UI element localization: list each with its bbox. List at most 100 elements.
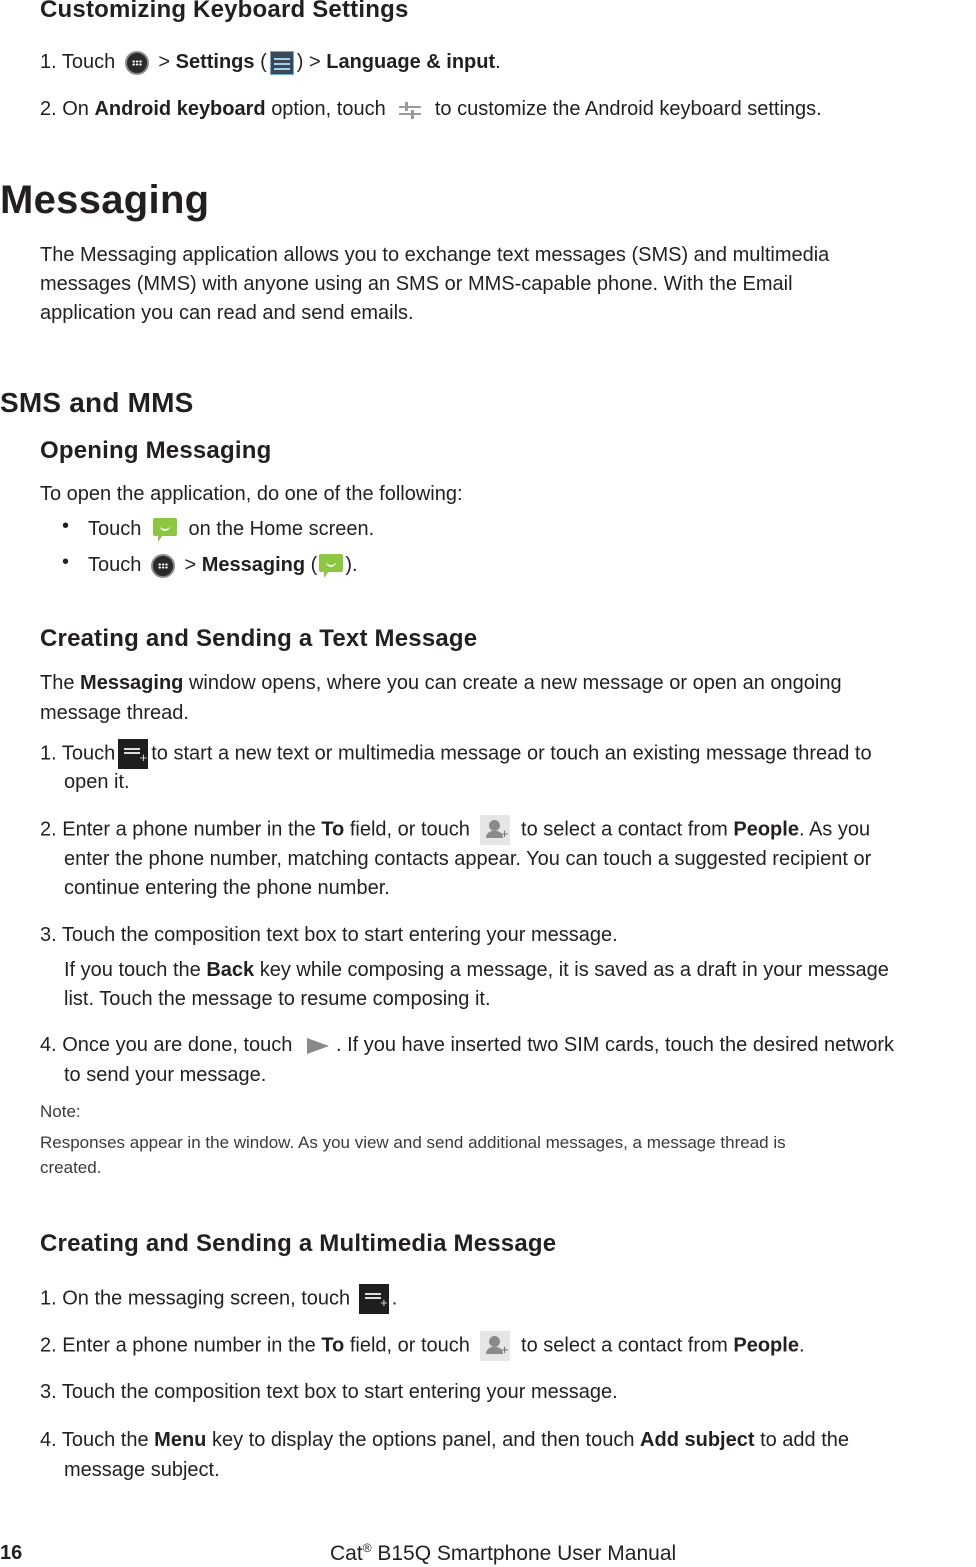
heading-text-message: Creating and Sending a Text Message [40, 625, 478, 652]
step-text: to start a new text or multimedia messag… [151, 742, 872, 765]
add-contact-icon [480, 1331, 511, 1364]
step-text: to select a contact from [521, 818, 728, 841]
step-text: key to display the options panel, and th… [211, 1429, 635, 1451]
text-step-2-cont-2: continue entering the phone number. [64, 877, 390, 899]
step-text: ( [310, 554, 318, 576]
bullet: • [62, 515, 70, 537]
step-text: Touch [88, 518, 142, 540]
step-text: to add the [760, 1429, 850, 1451]
step-text: window opens, where you can create a new… [188, 672, 842, 694]
mms-step-2: 2. Enter a phone number in the To field,… [40, 1331, 805, 1364]
step-text: ). [345, 554, 358, 576]
text-message-intro-1: The Messaging window opens, where you ca… [40, 669, 842, 698]
step-text: 2. Enter a phone number in the [40, 1334, 316, 1357]
messaging-intro-line-3: application you can read and send emails… [40, 302, 414, 324]
step-text: . [495, 51, 501, 73]
apps-icon [124, 50, 149, 75]
people-label: People [733, 1334, 799, 1357]
bullet: • [62, 551, 70, 573]
step-text: 1. Touch [40, 51, 116, 73]
step-text: key while composing a message, it is sav… [259, 959, 889, 981]
heading-opening-messaging: Opening Messaging [40, 437, 272, 464]
mms-step-4-cont: message subject. [64, 1459, 220, 1481]
step-text: 4. Once you are done, touch [40, 1034, 293, 1056]
to-field-label: To [321, 818, 345, 841]
new-message-icon [118, 739, 149, 772]
step-text: . [391, 1287, 398, 1310]
text-step-1: 1. Touch to start a new text or multimedi… [40, 739, 872, 772]
step-text: . If you have inserted two SIM cards, to… [335, 1034, 895, 1056]
step-text: to select a contact from [521, 1334, 728, 1357]
text-step-2-cont-1: enter the phone number, matching contact… [64, 848, 872, 870]
apps-icon [150, 553, 175, 578]
messaging-label: Messaging [201, 554, 306, 576]
step-text: option, touch [271, 98, 386, 120]
step-text: > [158, 51, 171, 73]
heading-customizing-keyboard: Customizing Keyboard Settings [40, 0, 409, 23]
mms-step-1: 1. On the messaging screen, touch . [40, 1284, 398, 1317]
heading-multimedia-message: Creating and Sending a Multimedia Messag… [40, 1230, 557, 1257]
step-text: 4. Touch the [40, 1429, 149, 1451]
keyboard-step-2: 2. On Android keyboard option, touch to … [40, 95, 822, 124]
step-text: 2. Enter a phone number in the [40, 818, 316, 841]
language-input-label: Language & input [326, 51, 496, 73]
page-number: 16 [0, 1542, 23, 1564]
step-text: > [184, 554, 197, 576]
step-text: The [40, 672, 75, 694]
back-key-label: Back [206, 959, 255, 981]
footer-title: Cat® B15Q Smartphone User Manual [330, 1541, 676, 1566]
mms-step-3: 3. Touch the composition text box to sta… [40, 1381, 618, 1403]
to-field-label: To [321, 1334, 345, 1357]
step-text: to customize the Android keyboard settin… [434, 98, 822, 120]
text-step-3-sub-cont: list. Touch the message to resume compos… [64, 988, 491, 1010]
mms-step-4: 4. Touch the Menu key to display the opt… [40, 1426, 849, 1455]
messaging-label: Messaging [80, 672, 184, 694]
text-step-3-sub: If you touch the Back key while composin… [64, 956, 889, 985]
note-line-1: Responses appear in the window. As you v… [40, 1133, 786, 1152]
sliders-settings-icon [397, 98, 423, 122]
add-contact-icon [480, 815, 511, 848]
registered-mark: ® [362, 1541, 372, 1555]
step-text: ( [260, 51, 267, 73]
note-label: Note: [40, 1102, 81, 1121]
step-text: > [309, 51, 321, 73]
step-text: field, or touch [349, 1334, 470, 1357]
messaging-intro-line-2: messages (MMS) with anyone using an SMS … [40, 273, 793, 295]
opening-bullet-1: Touch on the Home screen. [88, 515, 374, 544]
step-text: If you touch the [64, 959, 201, 981]
note-line-2: created. [40, 1158, 102, 1177]
step-text: . As you [798, 818, 871, 841]
messaging-app-icon [152, 517, 177, 542]
step-text: Touch [88, 554, 142, 576]
text-step-2: 2. Enter a phone number in the To field,… [40, 815, 871, 848]
new-message-icon [358, 1284, 389, 1317]
menu-key-label: Menu [154, 1429, 207, 1451]
messaging-app-icon [319, 553, 344, 578]
people-label: People [733, 818, 799, 841]
add-subject-label: Add subject [640, 1429, 755, 1451]
opening-bullet-2: Touch > Messaging (). [88, 551, 358, 580]
text-step-4-cont: to send your message. [64, 1064, 267, 1086]
send-icon [304, 1035, 330, 1057]
step-text: 1. Touch [40, 742, 116, 765]
messaging-intro-line-1: The Messaging application allows you to … [40, 244, 830, 266]
text-message-intro-2: message thread. [40, 702, 189, 724]
android-keyboard-label: Android keyboard [94, 98, 266, 120]
text-step-4: 4. Once you are done, touch . If you hav… [40, 1031, 894, 1060]
settings-icon [269, 50, 294, 75]
heading-messaging: Messaging [0, 178, 210, 222]
footer-manual-name: B15Q Smartphone User Manual [371, 1542, 677, 1565]
heading-sms-mms: SMS and MMS [0, 387, 194, 418]
footer-brand: Cat [330, 1542, 363, 1565]
settings-label: Settings [175, 51, 255, 73]
step-text: ) [296, 51, 304, 73]
step-text: on the Home screen. [188, 518, 375, 540]
opening-intro: To open the application, do one of the f… [40, 483, 463, 505]
step-text: . [798, 1334, 805, 1357]
text-step-3: 3. Touch the composition text box to sta… [40, 924, 618, 946]
step-text: 1. On the messaging screen, touch [40, 1287, 351, 1310]
keyboard-step-1: 1. Touch > Settings () > Language & inpu… [40, 48, 501, 77]
step-text: 2. On [40, 98, 89, 120]
text-step-1-cont: open it. [64, 771, 130, 793]
step-text: field, or touch [349, 818, 470, 841]
